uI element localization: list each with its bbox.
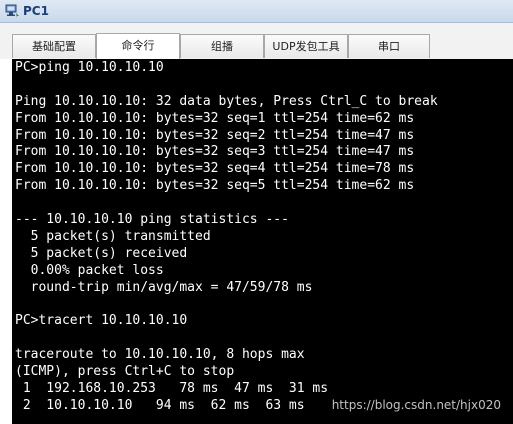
title-bar: PC1 [0,0,513,23]
terminal-line: round-trip min/avg/max = 47/59/78 ms [15,279,313,295]
terminal-line: PC>ping 10.10.10.10 [15,60,164,75]
terminal-line: From 10.10.10.10: bytes=32 seq=1 ttl=254… [15,110,415,126]
terminal-line: 1 192.168.10.253 78 ms 47 ms 31 ms [15,380,329,396]
terminal-line: 5 packet(s) transmitted [15,228,211,244]
tab-basic-config[interactable]: 基础配置 [12,34,96,58]
pc-icon [5,4,19,18]
terminal-line: From 10.10.10.10: bytes=32 seq=5 ttl=254… [15,178,415,194]
pc1-window: PC1 基础配置 命令行 组播 UDP发包工具 串口 PC>ping 10.10… [0,0,513,424]
terminal-line: 0.00% packet loss [15,262,164,278]
terminal-line: (ICMP), press Ctrl+C to stop [15,364,235,380]
watermark-text: https://blog.csdn.net/hjx020 [331,398,501,413]
tab-udp-tool[interactable]: UDP发包工具 [264,34,348,58]
terminal-line: 5 packet(s) received [15,245,188,261]
terminal-line: PC>tracert 10.10.10.10 [15,313,188,329]
command-line-terminal[interactable]: PC>ping 10.10.10.10 Ping 10.10.10.10: 32… [12,59,513,424]
tab-multicast[interactable]: 组播 [180,34,264,58]
terminal-line: From 10.10.10.10: bytes=32 seq=3 ttl=254… [15,144,415,160]
window-title: PC1 [23,4,49,18]
tab-command-line[interactable]: 命令行 [96,33,180,59]
terminal-line: Ping 10.10.10.10: 32 data bytes, Press C… [15,93,438,109]
terminal-line: From 10.10.10.10: bytes=32 seq=4 ttl=254… [15,161,415,177]
tab-bar: 基础配置 命令行 组播 UDP发包工具 串口 [0,23,513,59]
terminal-line: From 10.10.10.10: bytes=32 seq=2 ttl=254… [15,127,415,143]
terminal-line: --- 10.10.10.10 ping statistics --- [15,212,289,228]
tab-serial-port[interactable]: 串口 [348,34,430,58]
terminal-line: traceroute to 10.10.10.10, 8 hops max [15,347,305,363]
